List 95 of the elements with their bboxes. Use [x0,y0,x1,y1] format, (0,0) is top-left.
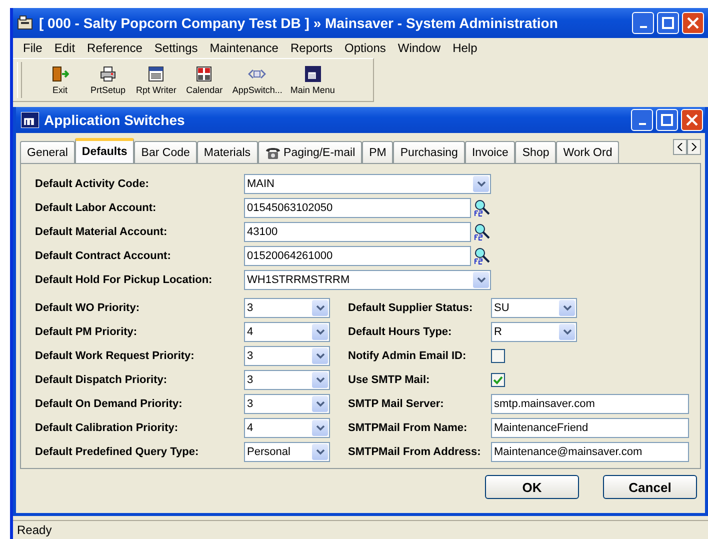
input-field[interactable]: smtp.mainsaver.com [491,394,689,414]
dialog-title: Application Switches [44,112,186,128]
tab[interactable]: Purchasing [393,141,465,163]
dropdown[interactable]: 3 [244,370,330,390]
field-label: Default Supplier Status: [347,301,474,316]
maximize-button[interactable] [657,12,679,34]
close-button[interactable] [682,12,704,34]
dropdown[interactable]: 4 [244,322,330,342]
input-field[interactable]: 01545063102050 [244,198,471,218]
dropdown[interactable]: WH1STRRMSTRRM [244,270,491,290]
menu-item[interactable]: File [17,41,48,55]
menu-item[interactable]: Edit [48,41,82,55]
magnifier-icon[interactable] [473,223,491,241]
toolbar-button[interactable]: PrtSetup [84,65,132,95]
tab[interactable]: Bar Code [134,141,197,163]
tab[interactable]: Shop [515,141,556,163]
close-icon [686,114,698,126]
minimize-icon [640,26,646,28]
dropdown[interactable]: 3 [244,394,330,414]
calendar-icon [195,65,214,83]
scroll-left-button[interactable] [673,139,687,155]
field-label: Default Work Request Priority: [35,349,196,364]
field-label: Default PM Priority: [35,325,138,340]
menu-item[interactable]: Options [338,41,392,55]
app-icon [17,15,35,31]
cancel-button[interactable]: Cancel [603,475,697,499]
printer-icon [99,65,117,83]
scroll-right-button[interactable] [687,139,701,155]
field-label: SMTPMail From Name: [347,421,468,436]
field-label: Default Material Account: [35,226,168,238]
dropdown[interactable]: 3 [244,298,330,318]
field-label: SMTPMail From Address: [347,445,482,460]
logo-icon [21,112,39,128]
menu-item[interactable]: Settings [148,41,204,55]
chevron-left-icon [677,143,683,151]
dropdown[interactable]: MAIN [244,174,491,194]
dropdown[interactable]: Personal [244,442,330,462]
tab[interactable]: PM [362,141,394,163]
magnifier-icon[interactable] [473,199,491,217]
dropdown[interactable]: SU [491,298,577,318]
chevron-right-icon [691,143,697,151]
dropdown[interactable]: 3 [244,346,330,366]
checkbox[interactable] [491,349,505,363]
ok-button[interactable]: OK [485,475,579,499]
dropdown[interactable]: R [491,322,577,342]
menu-item[interactable]: Maintenance [204,41,284,55]
field-label: Notify Admin Email ID: [347,349,468,364]
tab[interactable]: Invoice [464,141,516,163]
minimize-button[interactable] [631,109,653,131]
tab[interactable]: Paging/E-mail [258,141,362,163]
field-label: Default Labor Account: [35,202,158,214]
input-field[interactable]: 43100 [244,222,471,242]
minimize-icon [638,123,646,125]
toolbar-button[interactable]: Exit [36,65,84,95]
field-label: Default Hours Type: [347,325,453,340]
input-field[interactable]: 01520064261000 [244,246,471,266]
input-field[interactable]: Maintenance@mainsaver.com [491,442,689,462]
window-title: [ 000 - Salty Popcorn Company Test DB ] » Mainsaver - System Administration [39,15,559,31]
dropdown[interactable]: 4 [244,418,330,438]
door-icon [51,65,69,83]
menu-item[interactable]: Window [392,41,447,55]
menu-item[interactable]: Reference [81,41,148,55]
checkbox[interactable] [491,373,505,387]
field-label: Default On Demand Priority: [35,397,184,412]
field-label: Use SMTP Mail: [347,373,431,388]
report-icon [147,65,166,83]
menu-item[interactable]: Help [446,41,484,55]
toolbar-button[interactable]: Rpt Writer [132,65,180,95]
menu-item[interactable]: Reports [284,41,339,55]
field-label: Default Predefined Query Type: [35,445,200,460]
close-button[interactable] [681,109,703,131]
toolbar-button[interactable]: Calendar [180,65,228,95]
field-label: Default WO Priority: [35,301,141,316]
maximize-icon [661,114,673,126]
input-field[interactable]: MaintenanceFriend [491,418,689,438]
tab[interactable]: Materials [196,141,258,163]
minimize-button[interactable] [632,12,654,34]
field-label: Default Hold For Pickup Location: [35,274,214,286]
toolbar-button[interactable]: Main Menu [286,65,339,95]
tab[interactable]: General [20,141,75,163]
field-label: SMTP Mail Server: [347,397,445,412]
field-label: Default Activity Code: [35,178,150,190]
toolbar-button[interactable]: AppSwitch... [228,65,286,95]
logo-icon [304,65,322,83]
maximize-icon [662,17,674,29]
tab[interactable]: Work Ord [556,141,620,163]
field-label: Default Contract Account: [35,250,172,262]
status-text: Ready [17,523,52,537]
field-label: Default Calibration Priority: [35,421,180,436]
field-label: Default Dispatch Priority: [35,373,168,388]
maximize-button[interactable] [656,109,678,131]
close-icon [687,17,699,29]
telephone-icon [264,146,281,160]
magnifier-icon[interactable] [473,247,491,265]
tab[interactable]: Defaults [74,138,134,163]
